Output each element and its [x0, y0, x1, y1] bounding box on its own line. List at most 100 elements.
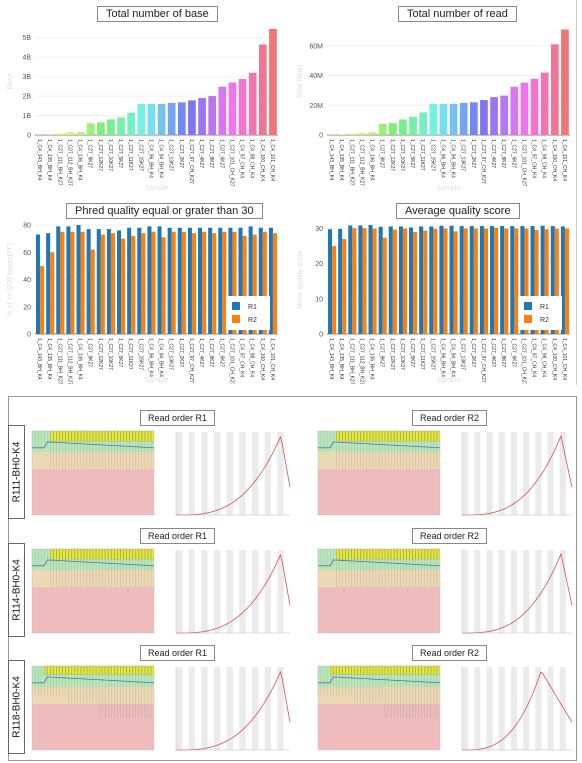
- box-plot: [74, 665, 78, 675]
- box-plot: [53, 548, 57, 560]
- box-plot: [50, 665, 54, 675]
- bar-r1: [218, 227, 223, 334]
- box-plot: [342, 665, 346, 675]
- legend-swatch: [524, 315, 532, 323]
- background-stripe: [264, 432, 271, 515]
- x-axis-label: Sample: [437, 377, 461, 384]
- bar-r1: [56, 226, 61, 334]
- background-stripe: [559, 667, 566, 750]
- box-plot: [354, 665, 358, 675]
- box-plot: [50, 430, 54, 442]
- chart-title: Phred quality equal or grater than 30: [66, 203, 263, 219]
- bar: [378, 123, 387, 135]
- x-tick-label: 1_C4_97_CH_K4: [531, 139, 537, 178]
- box-plot: [93, 665, 96, 675]
- box-plot: [366, 430, 370, 442]
- box-plot: [105, 430, 109, 442]
- box-plot: [84, 665, 87, 675]
- bar-r2: [352, 228, 357, 334]
- box-plot: [418, 430, 422, 442]
- background-stripe: [498, 667, 505, 750]
- box-plot: [65, 548, 69, 560]
- box-plot: [330, 665, 334, 675]
- bar-r1: [177, 227, 182, 334]
- bar: [269, 28, 277, 136]
- box-plot: [111, 548, 115, 560]
- background-stripe: [523, 432, 530, 515]
- box-plot: [434, 665, 437, 675]
- box-plot: [99, 665, 102, 675]
- bar-r2: [50, 252, 55, 334]
- box-plot: [391, 548, 395, 560]
- x-tick-label: 1_C4_101_CH_K4: [561, 338, 567, 380]
- y-tick-label: 0: [27, 332, 31, 339]
- box-plot: [418, 548, 422, 560]
- box-plot: [421, 548, 425, 560]
- bar: [218, 86, 227, 135]
- background-stripe: [176, 432, 183, 515]
- chart-title: Total number of read: [398, 6, 517, 22]
- bar: [208, 96, 217, 135]
- background-stripe: [498, 432, 505, 515]
- sample-row-label: R118-BH0-K4: [8, 660, 25, 754]
- x-axis-label: Sample: [145, 377, 169, 384]
- box-plot: [77, 665, 81, 675]
- per-base-quality-plot: [31, 430, 155, 516]
- box-plot: [431, 430, 434, 442]
- box-plot: [427, 665, 431, 675]
- background-stripe: [486, 550, 493, 633]
- box-plot: [437, 548, 440, 560]
- bar: [459, 102, 468, 135]
- legend-swatch: [232, 315, 240, 323]
- box-plot: [96, 548, 99, 560]
- x-tick-label: 1_C4_100_CH_K4: [259, 139, 265, 181]
- bar-r1: [398, 226, 403, 334]
- legend-label: R1: [540, 304, 549, 311]
- box-plot: [382, 548, 385, 560]
- x-tick-label: 1_C27_9K27: [87, 338, 93, 367]
- box-plot: [96, 665, 99, 675]
- avg-quality-chart: Mean quality score Sample 0 10 20 30 1_C4_143_…: [290, 192, 582, 384]
- box-plot: [348, 665, 352, 675]
- y-tick-label: 4B: [22, 55, 31, 62]
- y-tick-label: 0: [319, 133, 323, 140]
- bar: [167, 102, 176, 135]
- box-plot: [403, 548, 407, 560]
- background-stripe: [214, 550, 221, 633]
- bar-r1: [479, 226, 484, 334]
- background-stripe: [188, 550, 195, 633]
- box-plot: [412, 665, 416, 675]
- x-tick-label: 1_C27_8K27: [500, 139, 506, 168]
- bar-r2: [222, 231, 227, 334]
- box-plot: [345, 548, 349, 560]
- box-plot: [138, 665, 142, 675]
- box-plot: [62, 665, 66, 675]
- box-plot: [351, 430, 355, 442]
- box-plot: [56, 430, 60, 442]
- sample-name: R114-BH0-K4: [11, 559, 22, 621]
- y-tick-label: 0: [319, 332, 323, 339]
- box-plot: [93, 548, 96, 560]
- box-plot: [370, 430, 373, 442]
- per-base-quality-plot: [317, 665, 441, 751]
- box-plot: [123, 430, 127, 442]
- box-plot: [111, 665, 115, 675]
- bar-r1: [419, 226, 424, 334]
- x-tick-label: 1_C27_4K27: [490, 338, 496, 367]
- bar-r2: [514, 228, 519, 334]
- bar-r2: [131, 235, 136, 334]
- x-tick-label: 1_C4_94_BH_K4: [450, 338, 456, 377]
- y-tick-label: 60M: [309, 43, 323, 50]
- bar-r2: [392, 229, 397, 334]
- x-tick-label: 1_C4_96_BH_K4: [439, 338, 445, 377]
- bar-r2: [110, 233, 115, 334]
- poor-quality-band: [318, 586, 440, 633]
- box-plot: [93, 430, 96, 442]
- x-tick-label: 1_C27_97_CH_K27: [188, 338, 194, 383]
- box-plot: [348, 548, 352, 560]
- bar: [500, 95, 509, 135]
- x-tick-label: 1_C4_97_CH_K4: [239, 139, 245, 178]
- box-plot: [406, 665, 410, 675]
- x-tick-label: 1_C27_101_CH_K27: [228, 139, 234, 187]
- bar-r1: [157, 226, 162, 334]
